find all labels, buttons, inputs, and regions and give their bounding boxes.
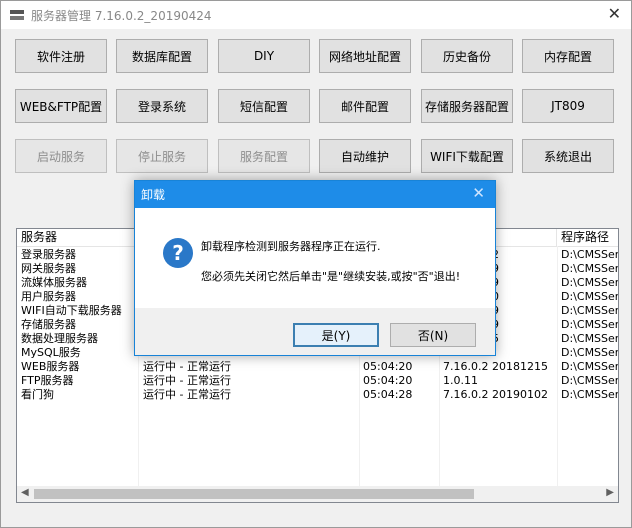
cell-version: 1.0.11 [443,374,478,387]
history-backup-button[interactable]: 历史备份 [421,39,513,73]
start-service-button[interactable]: 启动服务 [15,139,107,173]
cell-name: MySQL服务 [21,346,81,359]
cell-name: WIFI自动下载服务器 [21,304,122,317]
mail-config-button[interactable]: 邮件配置 [319,89,411,123]
cell-name: 存储服务器 [21,318,76,331]
cell-name: 流媒体服务器 [21,276,87,289]
cell-path: D:\CMSSer [561,388,618,401]
cell-name: 网关服务器 [21,262,76,275]
cell-time: 05:04:20 [363,374,413,387]
column-header-path[interactable]: 程序路径 [557,229,618,246]
dialog-message-line2: 您必须先关闭它然后单击"是"继续安装,或按"否"退出! [201,270,461,283]
storage-server-config-button[interactable]: 存储服务器配置 [421,89,513,123]
cell-path: D:\CMSSer [561,332,618,345]
cell-name: 登录服务器 [21,248,76,261]
sms-config-button[interactable]: 短信配置 [218,89,310,123]
login-system-button[interactable]: 登录系统 [116,89,208,123]
cell-time: 05:04:28 [363,388,413,401]
cell-name: 看门狗 [21,388,54,401]
question-icon: ? [163,238,193,268]
auto-maintain-button[interactable]: 自动维护 [319,139,411,173]
memory-config-button[interactable]: 内存配置 [522,39,614,73]
cell-version: 7.16.0.2 20181215 [443,360,548,373]
network-address-config-button[interactable]: 网络地址配置 [319,39,411,73]
app-icon [10,10,24,20]
jt809-button[interactable]: JT809 [522,89,614,123]
cell-status: 运行中 - 正常运行 [143,388,231,401]
cell-path: D:\CMSSer [561,304,618,317]
title-bar: 服务器管理 7.16.0.2_20190424 ✕ [1,1,631,29]
cell-path: D:\CMSSer [561,276,618,289]
stop-service-button[interactable]: 停止服务 [116,139,208,173]
system-exit-button[interactable]: 系统退出 [522,139,614,173]
web-ftp-config-button[interactable]: WEB&FTP配置 [15,89,107,123]
cell-path: D:\CMSSer [561,318,618,331]
scroll-left-icon[interactable]: ◀ [21,487,29,498]
dialog-title: 卸载 [141,188,166,202]
cell-path: D:\CMSSer [561,248,618,261]
diy-button[interactable]: DIY [218,39,310,73]
cell-name: WEB服务器 [21,360,80,373]
dialog-close-icon[interactable]: ✕ [472,184,485,202]
cell-name: 数据处理服务器 [21,332,98,345]
cell-name: 用户服务器 [21,290,76,303]
window-title: 服务器管理 7.16.0.2_20190424 [31,9,212,23]
uninstall-dialog: 卸载 ✕ ? 卸载程序检测到服务器程序正在运行. 您必须先关闭它然后单击"是"继… [134,180,496,356]
cell-path: D:\CMSSer [561,360,618,373]
dialog-title-bar: 卸载 ✕ [135,181,495,208]
cell-path: D:\CMSSer [561,374,618,387]
wifi-download-config-button[interactable]: WIFI下载配置 [421,139,513,173]
horizontal-scrollbar[interactable]: ◀ ▶ [17,486,618,502]
no-button[interactable]: 否(N) [390,323,476,347]
scroll-right-icon[interactable]: ▶ [606,487,614,498]
cell-status: 运行中 - 正常运行 [143,360,231,373]
service-config-button[interactable]: 服务配置 [218,139,310,173]
cell-status: 运行中 - 正常运行 [143,374,231,387]
cell-path: D:\CMSSer [561,290,618,303]
column-header-server[interactable]: 服务器 [17,229,138,246]
close-icon[interactable]: ✕ [608,4,621,23]
list-item[interactable]: WEB服务器 运行中 - 正常运行 05:04:20 7.16.0.2 2018121… [17,360,618,374]
dialog-message-line1: 卸载程序检测到服务器程序正在运行. [201,240,381,253]
software-register-button[interactable]: 软件注册 [15,39,107,73]
cell-name: FTP服务器 [21,374,74,387]
scroll-thumb[interactable] [34,489,474,499]
cell-version: 7.16.0.2 20190102 [443,388,548,401]
cell-path: D:\CMSSer [561,346,618,359]
cell-time: 05:04:20 [363,360,413,373]
list-item[interactable]: 看门狗 运行中 - 正常运行 05:04:28 7.16.0.2 20190102 D:… [17,388,618,402]
dialog-body: ? 卸载程序检测到服务器程序正在运行. 您必须先关闭它然后单击"是"继续安装,或… [135,208,495,308]
cell-path: D:\CMSSer [561,262,618,275]
database-config-button[interactable]: 数据库配置 [116,39,208,73]
yes-button[interactable]: 是(Y) [293,323,379,347]
list-item[interactable]: FTP服务器 运行中 - 正常运行 05:04:20 1.0.11 D:\CMSSer [17,374,618,388]
